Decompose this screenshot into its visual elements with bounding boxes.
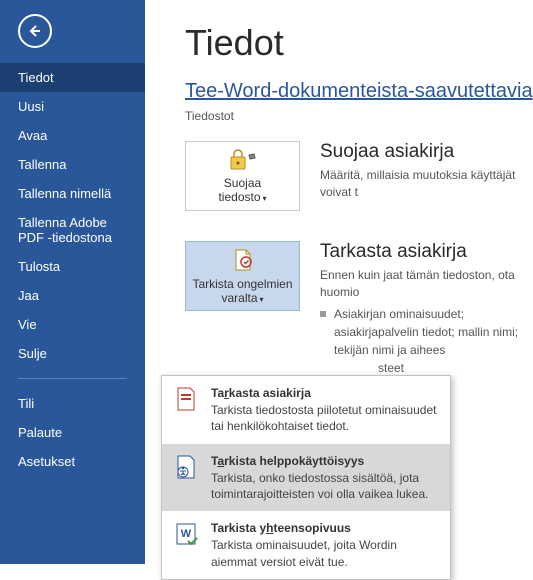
nav-item-tallenna-nimella[interactable]: Tallenna nimellä [0,179,145,208]
document-search-icon [174,385,200,413]
nav-item-tallenna[interactable]: Tallenna [0,150,145,179]
nav-item-palaute[interactable]: Palaute [0,418,145,447]
inspect-button-label: Tarkista ongelmien varalta▾ [192,277,292,305]
protect-button-label: Suojaa tiedosto▾ [218,176,266,204]
list-item: Asiakirjan ominaisuudet; asiakirjapalvel… [320,305,533,359]
nav-item-tulosta[interactable]: Tulosta [0,252,145,281]
sidebar: Tiedot Uusi Avaa Tallenna Tallenna nimel… [0,0,145,564]
page-title: Tiedot [185,22,533,64]
chevron-down-icon: ▾ [260,295,264,304]
back-button[interactable] [18,14,52,48]
document-title-link[interactable]: Tee-Word-dokumenteista-saavutettavia [185,80,533,102]
nav-item-tili[interactable]: Tili [0,389,145,418]
dropdown-item-check-accessibility[interactable]: Tarkista helppokäyttöisyys Tarkista, onk… [162,444,450,512]
list-item: steet [370,359,533,377]
inspect-description: Ennen kuin jaat tämän tiedoston, ota huo… [320,267,533,301]
nav-item-uusi[interactable]: Uusi [0,92,145,121]
nav-item-vie[interactable]: Vie [0,310,145,339]
nav-item-tallenna-pdf[interactable]: Tallenna Adobe PDF -tiedostona [0,208,145,252]
protect-description: Määritä, millaisia muutoksia käyttäjät v… [320,167,533,201]
dropdown-item-desc: Tarkista, onko tiedostossa sisältöä, jot… [211,470,438,502]
dropdown-item-title: Tarkasta asiakirja [211,385,438,401]
lock-icon [229,149,257,174]
nav-item-sulje[interactable]: Sulje [0,339,145,368]
dropdown-item-title: Tarkista yhteensopivuus [211,520,438,536]
check-for-issues-button[interactable]: Tarkista ongelmien varalta▾ [185,241,300,311]
accessibility-check-icon [174,453,200,481]
nav-item-jaa[interactable]: Jaa [0,281,145,310]
dropdown-item-check-compatibility[interactable]: W Tarkista yhteensopivuus Tarkista omina… [162,511,450,579]
nav-item-asetukset[interactable]: Asetukset [0,447,145,476]
dropdown-item-inspect-document[interactable]: Tarkasta asiakirja Tarkista tiedostosta … [162,376,450,444]
dropdown-item-desc: Tarkista ominaisuudet, joita Wordin aiem… [211,537,438,569]
inspect-heading: Tarkasta asiakirja [320,241,533,263]
svg-text:W: W [181,528,192,540]
divider [18,378,127,379]
bullet-icon [320,311,326,317]
check-issues-dropdown: Tarkasta asiakirja Tarkista tiedostosta … [161,375,451,580]
dropdown-item-title: Tarkista helppokäyttöisyys [211,453,438,469]
protect-heading: Suojaa asiakirja [320,141,533,163]
chevron-down-icon: ▾ [263,194,267,203]
document-check-icon [231,248,255,275]
nav-item-tiedot[interactable]: Tiedot [0,63,145,92]
nav-item-avaa[interactable]: Avaa [0,121,145,150]
protect-section: Suojaa tiedosto▾ Suojaa asiakirja Määrit… [185,141,533,211]
word-compatibility-icon: W [174,520,200,548]
dropdown-item-desc: Tarkista tiedostosta piilotetut ominaisu… [211,402,438,434]
nav-list: Tiedot Uusi Avaa Tallenna Tallenna nimel… [0,63,145,476]
arrow-left-icon [27,23,43,39]
document-path: Tiedostot [185,109,533,123]
protect-document-button[interactable]: Suojaa tiedosto▾ [185,141,300,211]
